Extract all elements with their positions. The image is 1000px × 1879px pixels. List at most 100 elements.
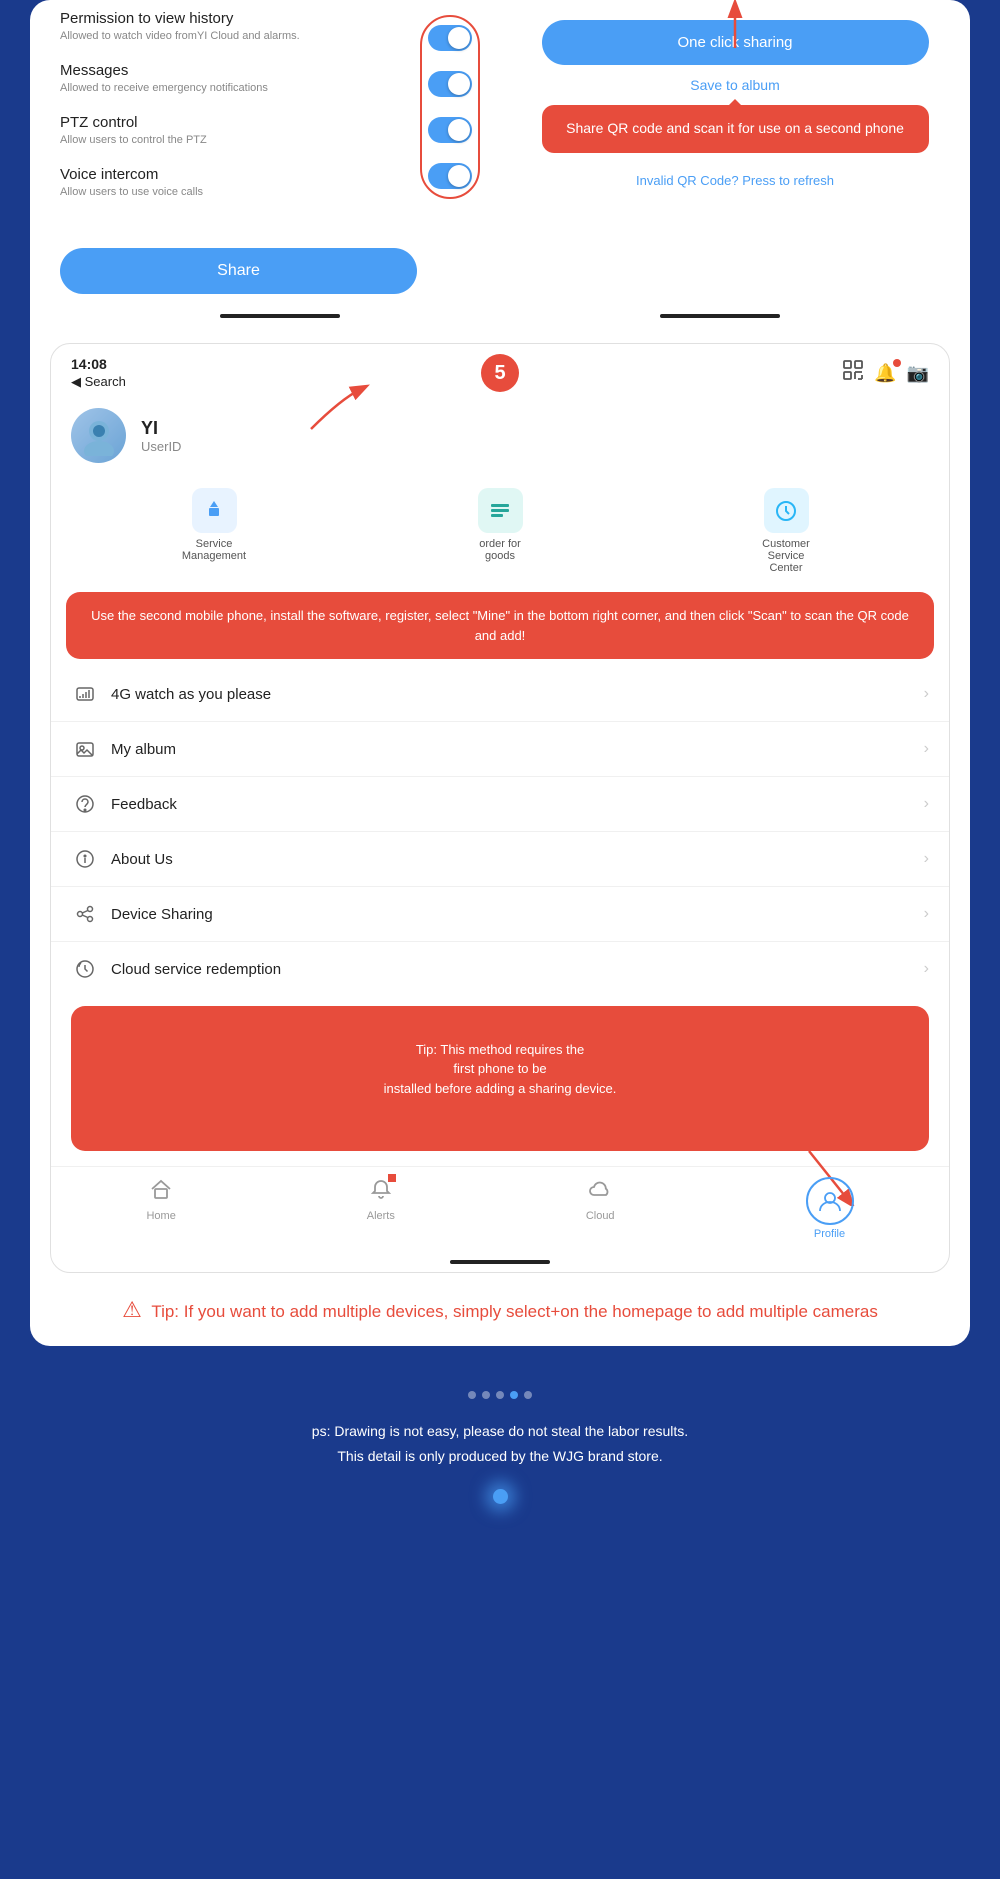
device-sharing-icon	[71, 900, 99, 928]
tip-tooltip: Tip: This method requires the first phon…	[71, 1006, 929, 1151]
menu-grid-label-1: order for goods	[465, 538, 535, 562]
album-icon	[71, 735, 99, 763]
list-item-1[interactable]: My album ›	[51, 722, 949, 777]
chevron-icon-1: ›	[924, 740, 929, 758]
toggle-3[interactable]	[428, 163, 472, 189]
nav-cloud[interactable]: Cloud	[586, 1177, 615, 1240]
permission-item-0: Permission to view history Allowed to wa…	[60, 10, 420, 42]
profile-info: YI UserID	[141, 418, 929, 454]
phone-back[interactable]: ◀ Search	[71, 374, 126, 390]
nav-profile[interactable]: Profile	[806, 1177, 854, 1240]
right-panel: One click sharing Save to album Share QR…	[500, 0, 970, 314]
save-album-link[interactable]: Save to album	[690, 77, 780, 93]
list-items: 4G watch as you please › My album ›	[51, 667, 949, 996]
main-card: Permission to view history Allowed to wa…	[30, 0, 970, 1346]
alerts-dot	[388, 1174, 396, 1182]
instruction-tooltip: Use the second mobile phone, install the…	[66, 592, 934, 659]
camera-icon[interactable]: 📷	[907, 363, 929, 384]
home-indicator	[51, 1252, 949, 1272]
dot-3	[496, 1391, 504, 1399]
chevron-icon-3: ›	[924, 850, 929, 868]
cloud-nav-icon	[588, 1177, 612, 1207]
profile-section: YI UserID	[51, 398, 949, 473]
service-management-icon	[192, 488, 237, 533]
permission-desc-3: Allow users to use voice calls	[60, 186, 410, 198]
nav-home-label: Home	[146, 1210, 175, 1222]
footer-glow	[493, 1489, 508, 1504]
left-panel: Permission to view history Allowed to wa…	[30, 0, 500, 314]
menu-grid-item-0[interactable]: Service Management	[179, 488, 249, 574]
chevron-icon-0: ›	[924, 685, 929, 703]
toggle-1[interactable]	[428, 71, 472, 97]
list-label-0: 4G watch as you please	[111, 686, 924, 703]
permission-desc-2: Allow users to control the PTZ	[60, 134, 410, 146]
scan-icon[interactable]	[842, 359, 864, 387]
toggle-2[interactable]	[428, 117, 472, 143]
share-button[interactable]: Share	[60, 248, 417, 294]
permissions-list: Permission to view history Allowed to wa…	[60, 10, 420, 218]
divider-row	[30, 314, 970, 318]
alerts-icon	[369, 1177, 393, 1207]
menu-grid-label-0: Service Management	[179, 538, 249, 562]
4g-watch-icon	[71, 680, 99, 708]
top-panels: Permission to view history Allowed to wa…	[30, 0, 970, 314]
one-click-btn[interactable]: One click sharing	[542, 20, 929, 65]
share-qr-tooltip: Share QR code and scan it for use on a s…	[542, 105, 929, 153]
step-badge: 5	[481, 354, 519, 392]
toggle-group	[420, 15, 480, 199]
bottom-tip-text: ⚠ Tip: If you want to add multiple devic…	[60, 1293, 940, 1326]
nav-alerts[interactable]: Alerts	[367, 1177, 395, 1240]
list-item-3[interactable]: About Us ›	[51, 832, 949, 887]
menu-grid-label-2: Customer Service Center	[751, 538, 821, 574]
profile-active-ring	[806, 1177, 854, 1225]
dot-5	[524, 1391, 532, 1399]
permission-desc-0: Allowed to watch video fromYI Cloud and …	[60, 30, 410, 42]
customer-service-icon	[764, 488, 809, 533]
phone-body: 14:08 ◀ Search 5	[51, 344, 949, 1272]
invalid-qr-link[interactable]: Invalid QR Code? Press to refresh	[636, 173, 834, 188]
nav-home[interactable]: Home	[146, 1177, 175, 1240]
order-icon	[478, 488, 523, 533]
list-item-5[interactable]: Cloud service redemption ›	[51, 942, 949, 996]
list-item-4[interactable]: Device Sharing ›	[51, 887, 949, 942]
footer-text-2: This detail is only produced by the WJG …	[20, 1444, 980, 1469]
dot-indicator	[20, 1391, 980, 1399]
nav-alerts-label: Alerts	[367, 1210, 395, 1222]
dot-2	[482, 1391, 490, 1399]
list-label-2: Feedback	[111, 796, 924, 813]
permission-title-2: PTZ control	[60, 114, 410, 131]
warning-icon: ⚠	[122, 1297, 142, 1322]
menu-grid-item-1[interactable]: order for goods	[465, 488, 535, 574]
permission-item-2: PTZ control Allow users to control the P…	[60, 114, 420, 146]
chevron-icon-4: ›	[924, 905, 929, 923]
bottom-nav: Home Alerts	[51, 1166, 949, 1252]
menu-grid: Service Management order for goods	[51, 473, 949, 584]
home-icon	[149, 1177, 173, 1207]
permission-title-3: Voice intercom	[60, 166, 410, 183]
dot-4	[510, 1391, 518, 1399]
toggle-0[interactable]	[428, 25, 472, 51]
permission-title-0: Permission to view history	[60, 10, 410, 27]
menu-grid-item-2[interactable]: Customer Service Center	[751, 488, 821, 574]
permission-item-3: Voice intercom Allow users to use voice …	[60, 166, 420, 198]
nav-profile-label: Profile	[814, 1228, 845, 1240]
list-label-3: About Us	[111, 851, 924, 868]
divider-right	[660, 314, 780, 318]
phone-screen: 14:08 ◀ Search 5	[50, 343, 950, 1273]
feedback-icon	[71, 790, 99, 818]
permission-desc-1: Allowed to receive emergency notificatio…	[60, 82, 410, 94]
footer-section: ps: Drawing is not easy, please do not s…	[0, 1366, 1000, 1519]
about-us-icon	[71, 845, 99, 873]
list-label-5: Cloud service redemption	[111, 961, 924, 978]
chevron-icon-2: ›	[924, 795, 929, 813]
phone-time: 14:08	[71, 356, 126, 372]
list-label-1: My album	[111, 741, 924, 758]
profile-avatar	[71, 408, 126, 463]
bottom-tip-section: ⚠ Tip: If you want to add multiple devic…	[30, 1273, 970, 1346]
phone-icons-right: 🔔 📷	[842, 359, 929, 387]
permission-title-1: Messages	[60, 62, 410, 79]
list-item-0[interactable]: 4G watch as you please ›	[51, 667, 949, 722]
list-item-2[interactable]: Feedback ›	[51, 777, 949, 832]
bell-icon[interactable]: 🔔	[874, 363, 896, 384]
phone-header: 14:08 ◀ Search 5	[51, 344, 949, 398]
